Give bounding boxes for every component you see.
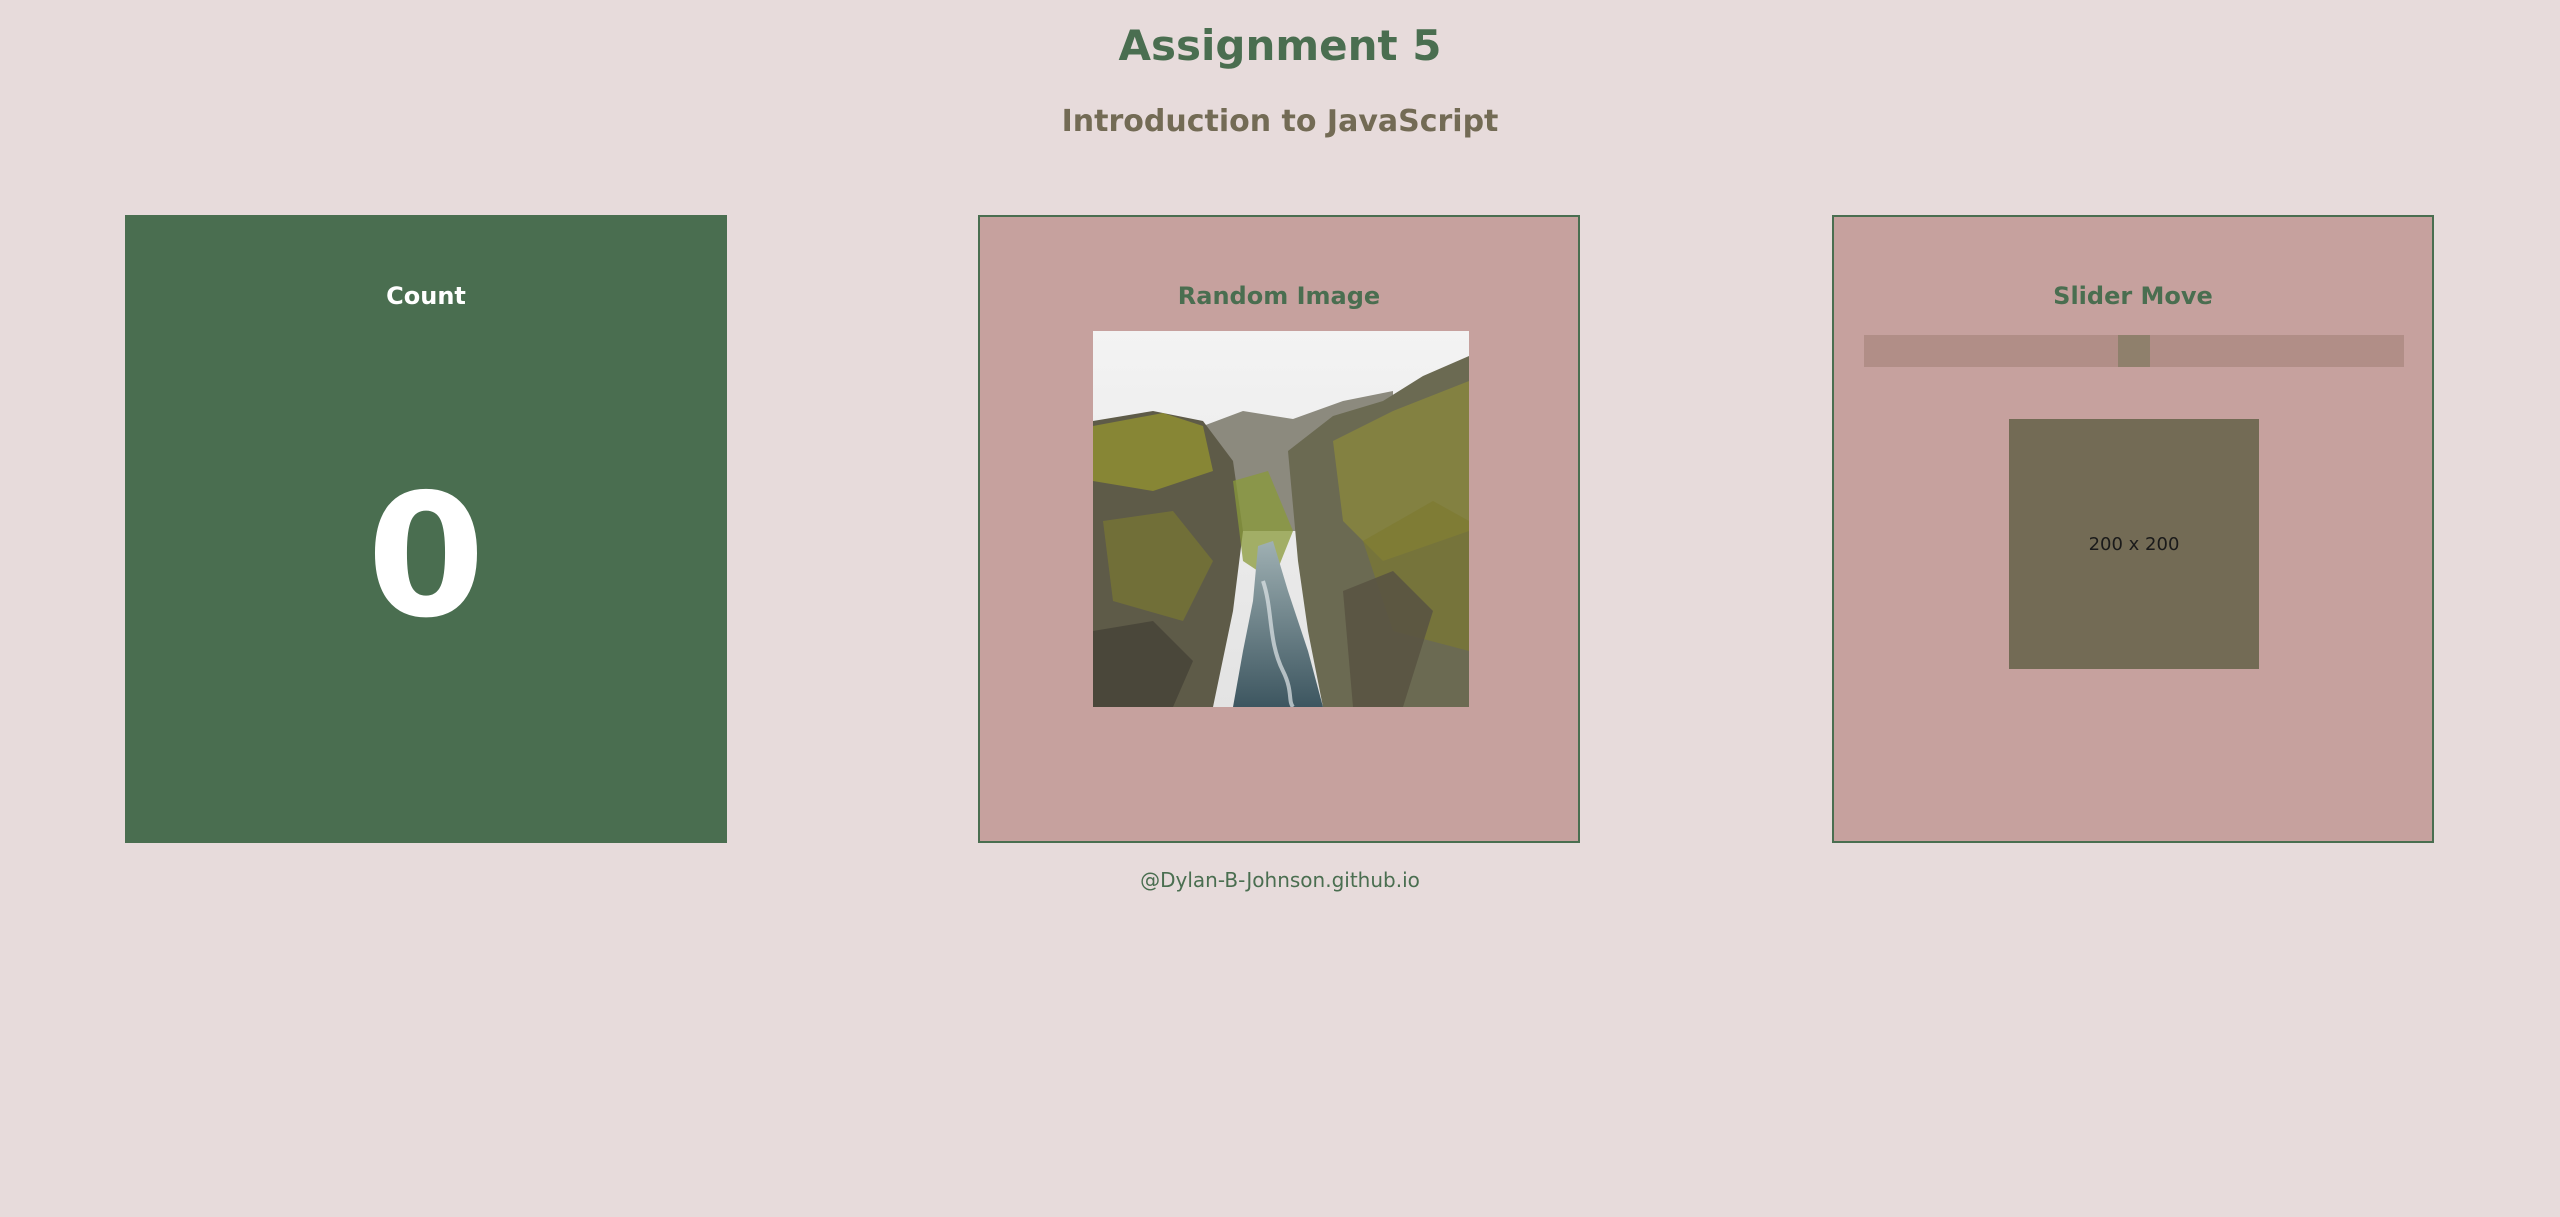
count-value[interactable]: 0	[127, 467, 725, 647]
random-image-panel: Random Image	[978, 215, 1580, 843]
random-image[interactable]	[1093, 331, 1469, 707]
slider-thumb[interactable]	[2118, 335, 2150, 367]
page-title: Assignment 5	[1118, 21, 1442, 70]
slider-box: 200 x 200	[2009, 419, 2259, 669]
canyon-photo	[1093, 331, 1469, 707]
slider-track[interactable]	[1864, 335, 2404, 367]
footer: @Dylan-B-Johnson.github.io	[0, 866, 2560, 894]
footer-link[interactable]: @Dylan-B-Johnson.github.io	[1140, 868, 1420, 892]
slider-move-panel: Slider Move 200 x 200	[1832, 215, 2434, 843]
slider-box-label: 200 x 200	[2088, 533, 2180, 555]
page-subtitle: Introduction to JavaScript	[1061, 104, 1499, 139]
slider-move-heading: Slider Move	[2053, 282, 2213, 310]
random-image-heading: Random Image	[1177, 282, 1381, 310]
count-heading: Count	[386, 282, 466, 310]
count-panel: Count 0	[125, 215, 727, 843]
